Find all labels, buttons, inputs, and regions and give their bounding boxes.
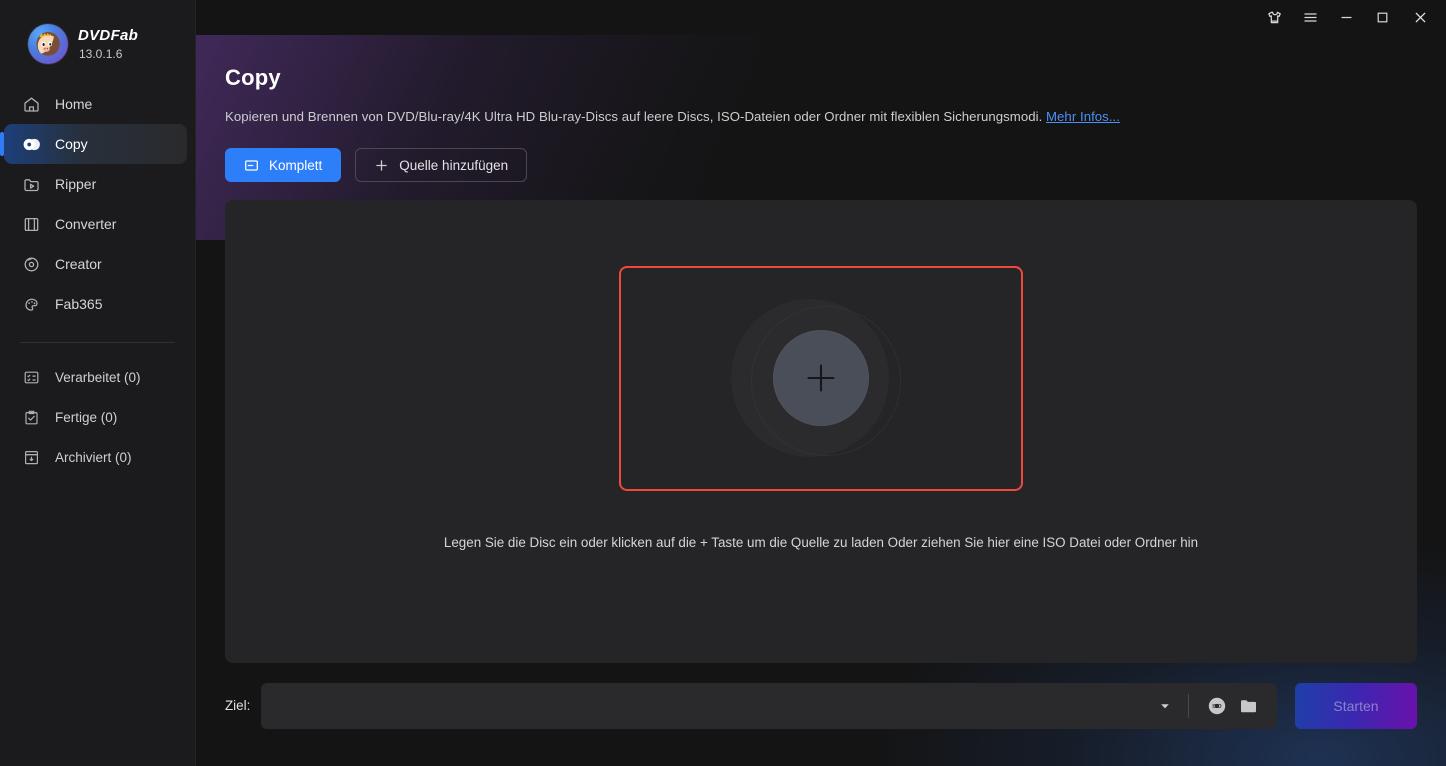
source-dropzone[interactable]	[619, 265, 1023, 491]
brand-text: DVDFab 13.0.1.6	[78, 26, 138, 61]
close-button[interactable]	[1400, 3, 1440, 33]
sidebar-item-finished[interactable]: Fertige (0)	[0, 397, 187, 437]
sidebar-item-creator[interactable]: Creator	[0, 244, 187, 284]
fab365-icon	[22, 295, 41, 314]
add-source-button[interactable]: Quelle hinzufügen	[355, 148, 528, 183]
sidebar-item-processed[interactable]: Verarbeitet (0)	[0, 357, 187, 397]
mode-layout-icon	[244, 158, 259, 173]
chevron-down-icon[interactable]	[1154, 695, 1176, 717]
disc-graphic	[721, 278, 921, 478]
dropzone-hint-text: Legen Sie die Disc ein oder klicken auf …	[443, 534, 1199, 550]
add-source-plus-button[interactable]	[773, 330, 869, 427]
sidebar-item-archived[interactable]: Archiviert (0)	[0, 437, 187, 477]
theme-shirt-icon[interactable]	[1256, 3, 1292, 33]
title-bar	[196, 0, 1446, 36]
sidebar-nav: Home Copy Ripper Converter Creator Fab36…	[0, 70, 195, 477]
sidebar-item-label: Home	[55, 96, 93, 112]
sidebar-item-home[interactable]: Home	[0, 84, 187, 124]
ripper-icon	[22, 175, 41, 194]
creator-disc-icon	[22, 255, 41, 274]
add-source-label: Quelle hinzufügen	[399, 157, 509, 173]
sidebar-item-fab365[interactable]: Fab365	[0, 284, 187, 324]
app-logo-icon	[28, 24, 68, 64]
sidebar-item-label: Fab365	[55, 296, 103, 312]
sidebar: DVDFab 13.0.1.6 Home Copy Ripper Convert…	[0, 0, 196, 766]
page-description: Kopieren und Brennen von DVD/Blu-ray/4K …	[225, 109, 1417, 124]
brand-version: 13.0.1.6	[79, 46, 123, 61]
dvdfab-window: DVDFab 13.0.1.6 Home Copy Ripper Convert…	[0, 0, 1446, 766]
start-button-label: Starten	[1333, 697, 1379, 714]
brand: DVDFab 13.0.1.6	[0, 0, 195, 70]
folder-icon[interactable]	[1235, 692, 1263, 720]
bottom-bar: Ziel: ISO Starten	[196, 663, 1446, 766]
target-label: Ziel:	[225, 698, 251, 714]
minimize-button[interactable]	[1328, 3, 1364, 33]
sidebar-item-label: Ripper	[55, 176, 97, 192]
maximize-button[interactable]	[1364, 3, 1400, 33]
action-button-row: Komplett Quelle hinzufügen	[225, 148, 1417, 183]
main-area: Copy Kopieren und Brennen von DVD/Blu-ra…	[196, 0, 1446, 766]
home-icon	[22, 95, 41, 114]
source-panel: Legen Sie die Disc ein oder klicken auf …	[225, 200, 1417, 664]
sidebar-item-ripper[interactable]: Ripper	[0, 164, 187, 204]
archive-box-icon	[22, 448, 41, 467]
page-content: Copy Kopieren und Brennen von DVD/Blu-ra…	[196, 35, 1446, 664]
sidebar-item-label: Verarbeitet (0)	[55, 369, 141, 385]
sidebar-item-label: Copy	[55, 136, 88, 152]
disc-copy-icon	[22, 135, 41, 154]
sidebar-item-label: Creator	[55, 256, 102, 272]
plus-icon	[374, 158, 389, 173]
target-input[interactable]	[277, 682, 1154, 729]
more-info-link[interactable]: Mehr Infos...	[1046, 109, 1120, 124]
start-button[interactable]: Starten	[1295, 682, 1417, 729]
mode-komplett-label: Komplett	[269, 157, 323, 173]
sidebar-item-label: Converter	[55, 216, 117, 232]
svg-text:ISO: ISO	[1212, 704, 1221, 710]
converter-icon	[22, 215, 41, 234]
checklist-icon	[22, 368, 41, 387]
clipboard-check-icon	[22, 408, 41, 427]
sidebar-item-copy[interactable]: Copy	[0, 124, 187, 164]
sidebar-divider	[20, 342, 175, 343]
target-field[interactable]: ISO	[261, 682, 1277, 729]
menu-hamburger-icon[interactable]	[1292, 3, 1328, 33]
field-divider	[1188, 693, 1189, 718]
mode-komplett-button[interactable]: Komplett	[225, 148, 342, 183]
sidebar-item-converter[interactable]: Converter	[0, 204, 187, 244]
sidebar-item-label: Archiviert (0)	[55, 449, 132, 465]
iso-icon[interactable]: ISO	[1203, 692, 1231, 720]
page-title: Copy	[225, 65, 281, 91]
brand-name: DVDFab	[78, 27, 139, 45]
sidebar-item-label: Fertige (0)	[55, 409, 118, 425]
page-description-text: Kopieren und Brennen von DVD/Blu-ray/4K …	[225, 109, 1043, 125]
